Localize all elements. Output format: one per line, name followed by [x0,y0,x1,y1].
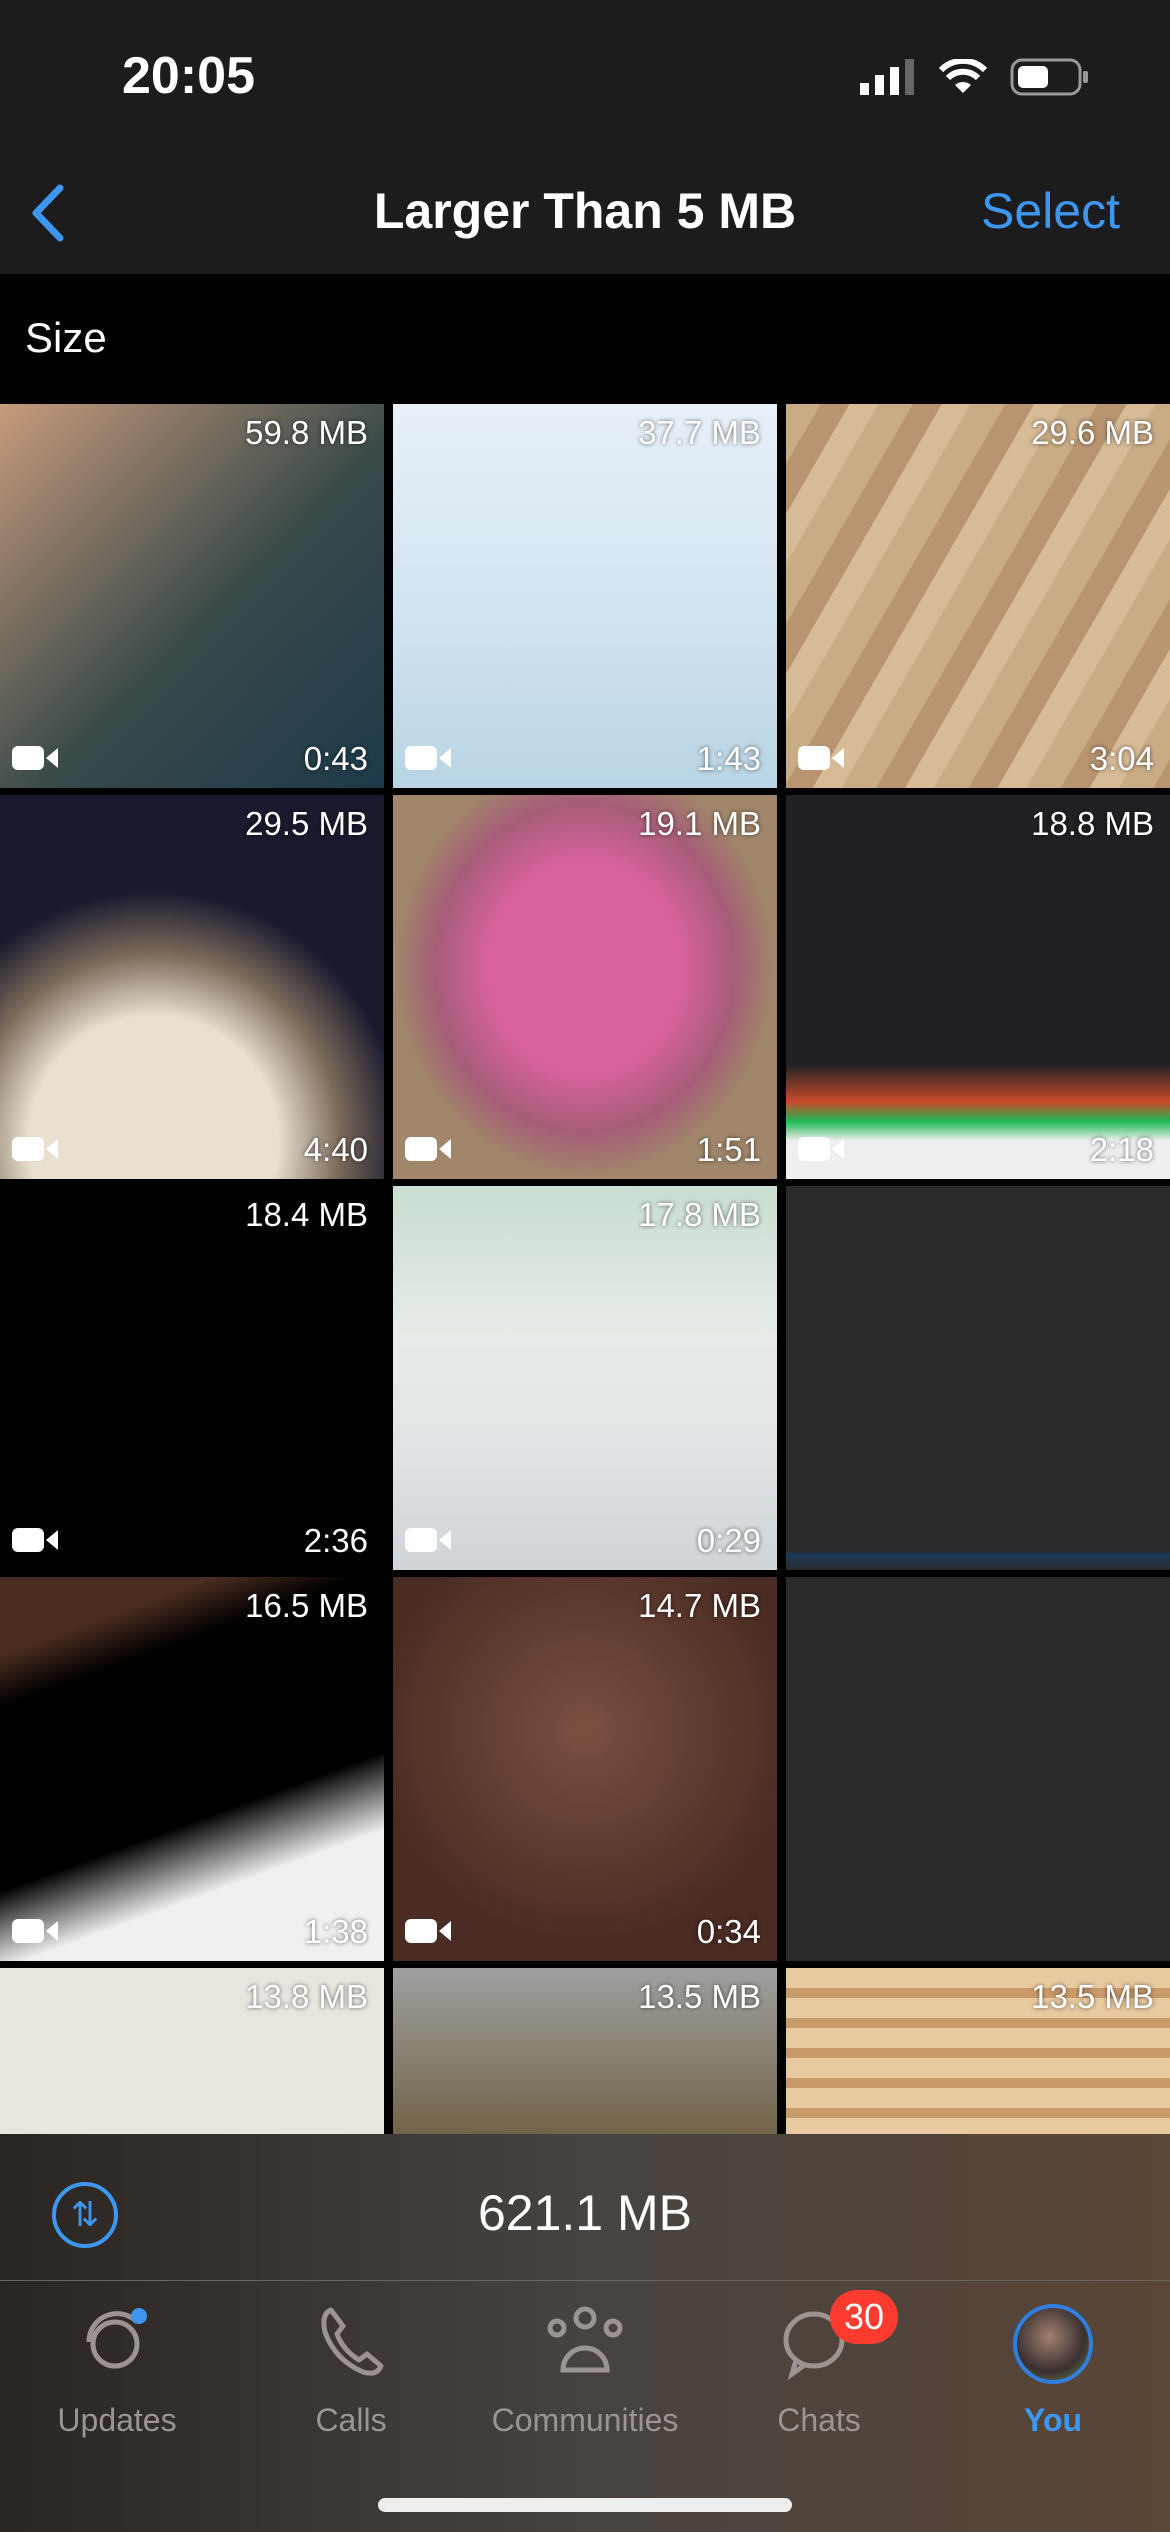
tab-bar: Updates Calls Communities 30 Chats You [0,2282,1170,2452]
video-camera-icon [12,1919,58,1943]
video-camera-icon [12,1528,58,1552]
video-duration: 3:04 [1089,740,1154,777]
media-tile[interactable]: 29.6 MB 3:04 [786,404,1170,788]
updates-icon [86,2308,147,2369]
section-label: Size [25,314,107,361]
tab-label: Communities [491,2402,679,2438]
battery-icon [1010,58,1088,96]
video-duration: 2:18 [1089,1131,1154,1168]
video-camera-icon [12,746,58,770]
media-tile[interactable]: 59.8 MB 0:43 [0,404,384,788]
video-camera-icon [798,1137,844,1161]
file-size: 16.5 MB [245,1587,368,1624]
file-size: 29.5 MB [245,805,368,842]
nav-bar: Larger Than 5 MB Select [0,160,1170,274]
media-tile[interactable]: 37.7 MB 1:43 [393,404,777,788]
media-grid: 59.8 MB 0:43 37.7 MB 1:43 29.6 MB 3:04 29.5 MB… [0,404,1170,2352]
unread-badge: 30 [830,2290,899,2344]
tab-label: Updates [57,2402,177,2438]
media-tile[interactable]: 16.5 MB 1:38 [0,1577,384,1961]
file-size: 59.8 MB [245,414,368,451]
tab-chats[interactable]: 30 Chats [702,2282,936,2452]
tab-updates[interactable]: Updates [0,2282,234,2452]
section-header: Size [0,274,1170,404]
select-button[interactable]: Select [981,182,1120,240]
video-duration: 0:43 [303,740,368,777]
video-camera-icon [405,746,451,770]
video-camera-icon [798,746,844,770]
video-duration: 1:43 [696,740,761,777]
video-camera-icon [12,1137,58,1161]
video-duration: 0:29 [696,1522,761,1559]
file-size: 29.6 MB [1031,414,1154,451]
media-tile[interactable] [786,1186,1170,1570]
file-size: 37.7 MB [638,414,761,451]
signal-icon [860,59,914,95]
file-size: 18.8 MB [1031,805,1154,842]
video-duration: 4:40 [303,1131,368,1168]
bottom-panel: ⇅ 621.1 MB Updates Calls Communities 30 … [0,2134,1170,2532]
video-camera-icon [405,1137,451,1161]
status-time: 20:05 [122,47,255,105]
tab-label: You [1023,2402,1083,2438]
file-size: 18.4 MB [245,1196,368,1233]
media-tile[interactable]: 19.1 MB 1:51 [393,795,777,1179]
tab-communities[interactable]: Communities [468,2282,702,2452]
tab-label: Chats [777,2402,861,2438]
summary-bar: ⇅ 621.1 MB [0,2134,1170,2281]
total-size: 621.1 MB [477,2185,692,2241]
file-size: 19.1 MB [638,805,761,842]
avatar [1013,2304,1093,2384]
video-duration: 1:51 [696,1131,761,1168]
media-tile[interactable] [786,1577,1170,1961]
communities-icon [547,2306,623,2373]
tab-label: Calls [315,2402,387,2438]
video-duration: 0:34 [696,1913,761,1950]
phone-icon [321,2307,384,2376]
tab-calls[interactable]: Calls [234,2282,468,2452]
file-size: 13.8 MB [245,1978,368,2015]
file-size: 14.7 MB [638,1587,761,1624]
file-size: 13.5 MB [1031,1978,1154,2015]
media-tile[interactable]: 29.5 MB 4:40 [0,795,384,1179]
video-duration: 1:38 [303,1913,368,1950]
file-size: 13.5 MB [638,1978,761,2015]
media-tile[interactable]: 18.8 MB 2:18 [786,795,1170,1179]
home-indicator [378,2498,792,2512]
wifi-icon [938,59,988,93]
video-duration: 2:36 [303,1522,368,1559]
status-bar: 20:05 [0,0,1170,160]
file-size: 17.8 MB [638,1196,761,1233]
media-tile[interactable]: 14.7 MB 0:34 [393,1577,777,1961]
media-tile[interactable]: 18.4 MB 2:36 [0,1186,384,1570]
video-camera-icon [405,1919,451,1943]
video-camera-icon [405,1528,451,1552]
tab-you[interactable]: You [936,2282,1170,2452]
media-tile[interactable]: 17.8 MB 0:29 [393,1186,777,1570]
